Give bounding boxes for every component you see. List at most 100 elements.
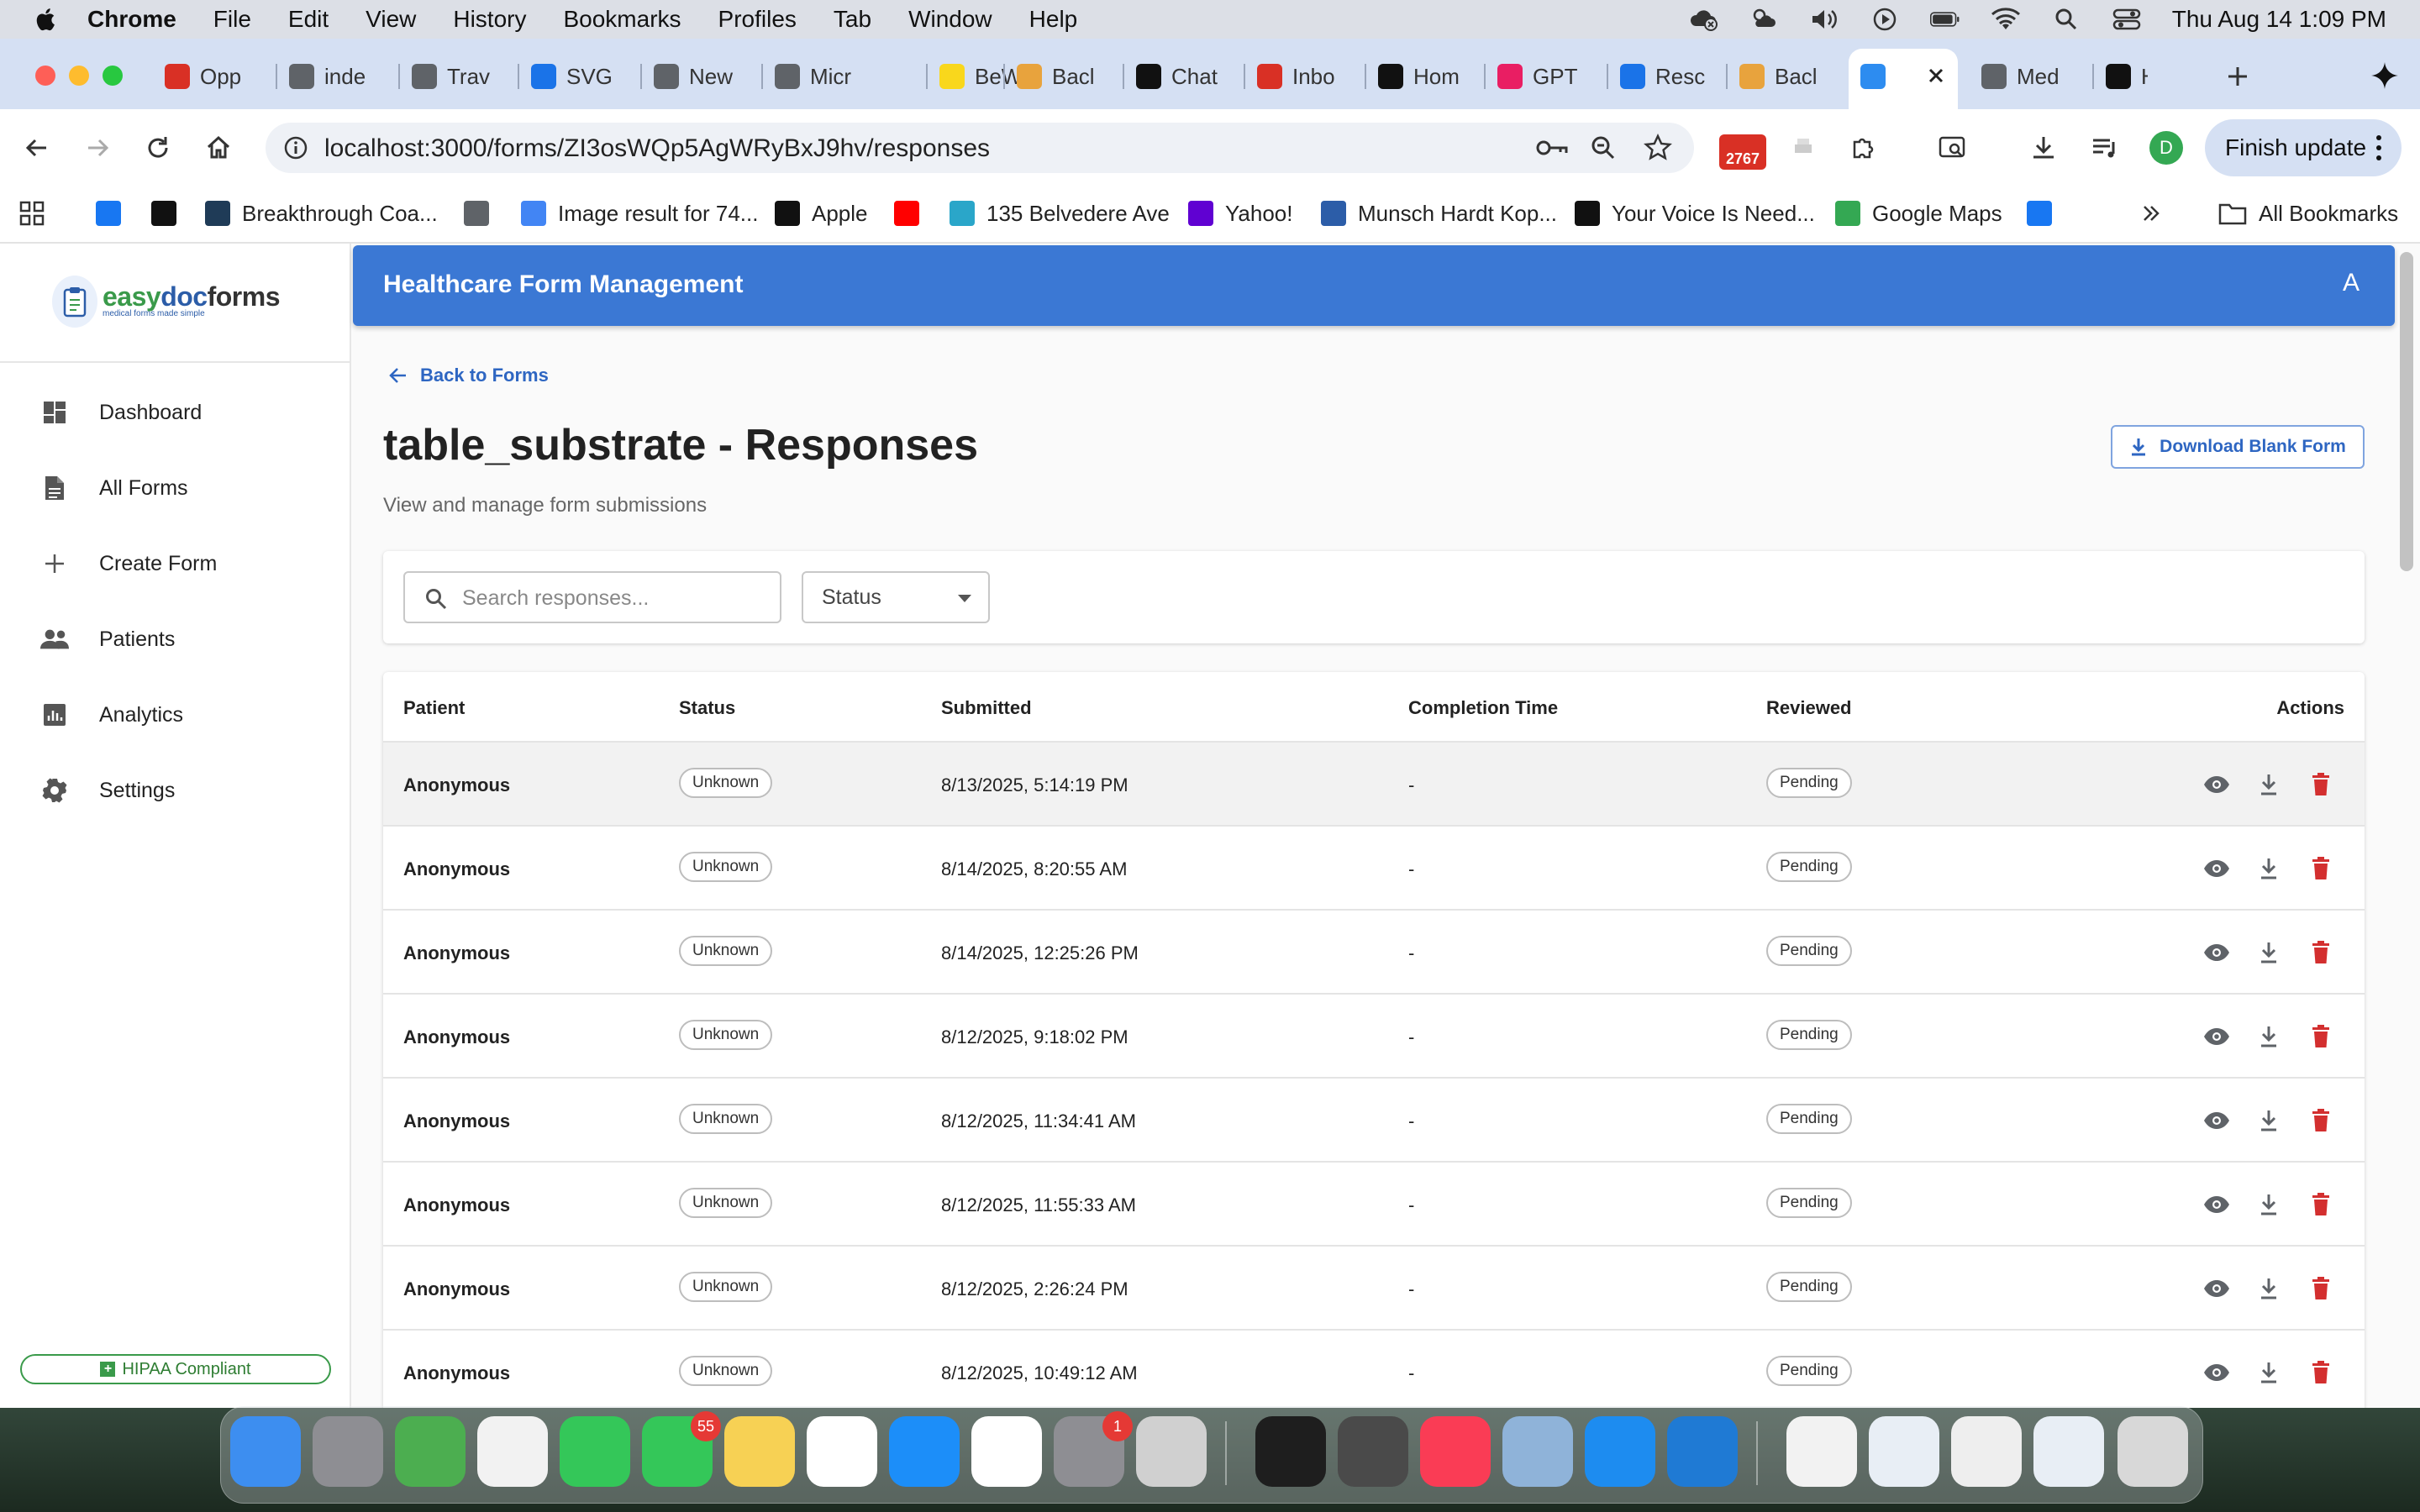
tab-search-icon[interactable] — [1934, 129, 1971, 166]
download-response-icon[interactable] — [2254, 769, 2284, 800]
vscode-icon[interactable] — [1667, 1416, 1738, 1487]
trash-icon[interactable] — [2118, 1416, 2188, 1487]
download-response-icon[interactable] — [2254, 853, 2284, 884]
table-row[interactable]: Anonymous Unknown 8/12/2025, 10:49:12 AM - P… — [383, 1331, 2365, 1408]
search-field[interactable] — [403, 571, 781, 623]
column-header-patient[interactable]: Patient — [403, 697, 465, 719]
bookmark-item[interactable]: Breakthrough Coa... — [205, 192, 438, 235]
view-eye-icon[interactable] — [2202, 1273, 2232, 1304]
browser-tab[interactable]: H — [2106, 55, 2148, 97]
menu-view[interactable]: View — [366, 6, 416, 33]
back-nav-button[interactable] — [18, 129, 55, 166]
table-row[interactable]: Anonymous Unknown 8/12/2025, 11:34:41 AM - P… — [383, 1079, 2365, 1163]
extension-printer-icon[interactable] — [1785, 129, 1822, 166]
delete-trash-icon[interactable] — [2306, 1273, 2336, 1304]
browser-tab[interactable]: Micr — [775, 55, 867, 97]
chrome-icon[interactable] — [971, 1416, 1042, 1487]
weather-icon[interactable] — [1749, 7, 1779, 32]
view-eye-icon[interactable] — [2202, 937, 2232, 968]
battery-icon[interactable] — [1929, 7, 1960, 32]
view-eye-icon[interactable] — [2202, 1189, 2232, 1220]
menu-tab[interactable]: Tab — [834, 6, 871, 33]
bookmark-item[interactable] — [894, 192, 931, 235]
preview-icon[interactable] — [1502, 1416, 1573, 1487]
tab-close-icon[interactable] — [1924, 64, 1948, 87]
password-key-icon[interactable] — [1534, 134, 1570, 161]
sidebar-item-analytics[interactable]: Analytics — [0, 677, 351, 753]
screenshot-thumbnail-icon[interactable] — [1869, 1416, 1939, 1487]
app-store-icon[interactable] — [889, 1416, 960, 1487]
browser-tab[interactable]: Med — [1981, 55, 2074, 97]
downloads-icon[interactable] — [2025, 129, 2062, 166]
forward-nav-button[interactable] — [79, 129, 116, 166]
notes-icon[interactable] — [724, 1416, 795, 1487]
delete-trash-icon[interactable] — [2306, 937, 2336, 968]
menubar-clock[interactable]: Thu Aug 14 1:09 PM — [2172, 6, 2386, 33]
column-header-completion-time[interactable]: Completion Time — [1408, 697, 1558, 719]
reload-button[interactable] — [139, 129, 176, 166]
browser-tab[interactable]: Opp — [165, 55, 266, 97]
window-thumbnail-icon[interactable] — [2033, 1416, 2104, 1487]
download-response-icon[interactable] — [2254, 937, 2284, 968]
bookmark-item[interactable] — [151, 192, 188, 235]
url-text[interactable]: localhost:3000/forms/ZI3osWQp5AgWRyBxJ9h… — [324, 134, 990, 163]
column-header-submitted[interactable]: Submitted — [941, 697, 1032, 719]
address-bar[interactable]: localhost:3000/forms/ZI3osWQp5AgWRyBxJ9h… — [266, 123, 1694, 173]
download-response-icon[interactable] — [2254, 1021, 2284, 1052]
user-avatar[interactable]: A — [2343, 269, 2360, 297]
iphone-mirroring-icon[interactable] — [1136, 1416, 1207, 1487]
column-header-status[interactable]: Status — [679, 697, 735, 719]
bookmark-item[interactable]: Google Maps — [1835, 192, 2002, 235]
menu-edit[interactable]: Edit — [288, 6, 329, 33]
extensions-puzzle-icon[interactable] — [1845, 129, 1882, 166]
now-playing-icon[interactable] — [1870, 7, 1900, 32]
site-info-icon[interactable] — [282, 134, 309, 161]
download-response-icon[interactable] — [2254, 1273, 2284, 1304]
new-tab-button[interactable] — [2222, 60, 2254, 92]
view-eye-icon[interactable] — [2202, 769, 2232, 800]
browser-tab-active[interactable] — [1860, 55, 1911, 97]
sidebar-item-settings[interactable]: Settings — [0, 753, 351, 828]
table-row[interactable]: Anonymous Unknown 8/12/2025, 11:55:33 AM - P… — [383, 1163, 2365, 1247]
view-eye-icon[interactable] — [2202, 1021, 2232, 1052]
search-input[interactable] — [462, 581, 765, 615]
spotlight-search-icon[interactable] — [2051, 7, 2081, 32]
window-close-button[interactable] — [35, 66, 55, 86]
facetime-icon[interactable] — [560, 1416, 630, 1487]
terminal-icon[interactable] — [1255, 1416, 1326, 1487]
bookmark-item[interactable]: Image result for 74... — [521, 192, 758, 235]
browser-tab[interactable]: inde — [289, 55, 390, 97]
sidebar-item-create-form[interactable]: Create Form — [0, 526, 351, 601]
browser-tab[interactable]: Chat — [1136, 55, 1228, 97]
menu-file[interactable]: File — [213, 6, 251, 33]
menu-profiles[interactable]: Profiles — [718, 6, 797, 33]
browser-tab[interactable]: SVG — [531, 55, 623, 97]
table-row[interactable]: Anonymous Unknown 8/12/2025, 2:26:24 PM - Pe… — [383, 1247, 2365, 1331]
home-button[interactable] — [200, 129, 237, 166]
bookmark-item[interactable]: 135 Belvedere Ave — [950, 192, 1170, 235]
bookmark-item[interactable]: Apple — [775, 192, 868, 235]
gemini-sparkle-icon[interactable] — [2370, 60, 2400, 91]
cloud-sync-icon[interactable] — [1688, 7, 1718, 32]
download-response-icon[interactable] — [2254, 1189, 2284, 1220]
download-response-icon[interactable] — [2254, 1105, 2284, 1136]
menu-help[interactable]: Help — [1029, 6, 1078, 33]
browser-tab[interactable]: Bacl — [1017, 55, 1109, 97]
download-blank-form-button[interactable]: Download Blank Form — [2111, 425, 2365, 469]
browser-tab[interactable]: Trav — [412, 55, 504, 97]
back-to-forms-link[interactable]: Back to Forms — [388, 365, 549, 386]
view-eye-icon[interactable] — [2202, 1105, 2232, 1136]
column-header-reviewed[interactable]: Reviewed — [1766, 697, 1852, 719]
photos-icon[interactable] — [477, 1416, 548, 1487]
color-picker-icon[interactable] — [1338, 1416, 1408, 1487]
delete-trash-icon[interactable] — [2306, 853, 2336, 884]
delete-trash-icon[interactable] — [2306, 769, 2336, 800]
docker-icon[interactable] — [1585, 1416, 1655, 1487]
browser-tab[interactable]: Bacl — [1739, 55, 1832, 97]
volume-icon[interactable] — [1809, 7, 1839, 32]
bookmark-item[interactable]: Munsch Hardt Kop... — [1321, 192, 1557, 235]
finder-icon[interactable] — [230, 1416, 301, 1487]
all-bookmarks-folder[interactable]: All Bookmarks — [2218, 192, 2398, 235]
sidebar-item-all-forms[interactable]: All Forms — [0, 450, 351, 526]
reminders-icon[interactable] — [807, 1416, 877, 1487]
